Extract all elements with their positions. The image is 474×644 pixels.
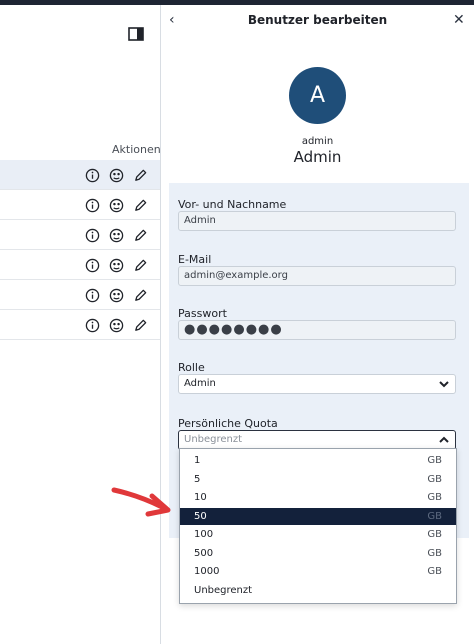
quota-option-unit: GB bbox=[427, 492, 442, 503]
quota-option-value: 1000 bbox=[194, 566, 220, 577]
quota-option-value: 1 bbox=[194, 455, 201, 466]
edit-pencil-icon[interactable] bbox=[132, 257, 148, 273]
quota-label: Persönliche Quota bbox=[178, 417, 278, 430]
panel-title: Benutzer bearbeiten bbox=[247, 13, 388, 27]
edit-pencil-icon[interactable] bbox=[132, 317, 148, 333]
edit-pencil-icon[interactable] bbox=[132, 197, 148, 213]
username: admin bbox=[301, 136, 334, 147]
email-label: E-Mail bbox=[178, 253, 212, 266]
impersonate-icon[interactable] bbox=[108, 197, 124, 213]
quota-select[interactable]: Unbegrenzt bbox=[178, 430, 456, 450]
quota-option-unit: GB bbox=[427, 547, 442, 559]
edit-pencil-icon[interactable] bbox=[132, 287, 148, 303]
info-icon[interactable] bbox=[84, 227, 100, 243]
sidebar-toggle-icon[interactable] bbox=[128, 27, 144, 41]
quota-value: Unbegrenzt bbox=[184, 434, 243, 445]
name-label: Vor- und Nachname bbox=[178, 198, 287, 211]
avatar: A bbox=[289, 67, 346, 124]
table-row[interactable] bbox=[0, 220, 160, 250]
quota-option[interactable]: Unbegrenzt bbox=[180, 582, 456, 599]
role-select[interactable]: Admin bbox=[178, 374, 456, 394]
name-field[interactable]: Admin bbox=[178, 211, 456, 231]
info-icon[interactable] bbox=[84, 317, 100, 333]
info-icon[interactable] bbox=[84, 257, 100, 273]
quota-option-value: 10 bbox=[194, 492, 207, 503]
role-value: Admin bbox=[184, 378, 216, 389]
close-icon[interactable]: ✕ bbox=[453, 12, 465, 28]
quota-dropdown: 1 GB 5 GB 10 GB 50 GB 100 GB 500 GB 1000 GB Unbegrenzt bbox=[179, 448, 457, 604]
quota-option-unit: GB bbox=[427, 529, 442, 540]
quota-option-unit: GB bbox=[427, 473, 442, 485]
actions-column-header: Aktionen bbox=[112, 143, 161, 156]
email-field[interactable]: admin@example.org bbox=[178, 266, 456, 286]
quota-option-value: 500 bbox=[194, 547, 214, 559]
quota-option[interactable]: 5 GB bbox=[180, 471, 456, 488]
impersonate-icon[interactable] bbox=[108, 287, 124, 303]
password-field[interactable]: ●●●●●●●● bbox=[178, 320, 456, 340]
table-row[interactable] bbox=[0, 160, 160, 190]
impersonate-icon[interactable] bbox=[108, 257, 124, 273]
impersonate-icon[interactable] bbox=[108, 167, 124, 183]
quota-option[interactable]: 50 GB bbox=[180, 507, 456, 525]
quota-option[interactable]: 1 GB bbox=[180, 452, 456, 469]
quota-option-unit: GB bbox=[427, 566, 442, 577]
quota-option-value: 100 bbox=[194, 529, 214, 540]
impersonate-icon[interactable] bbox=[108, 227, 124, 243]
info-icon[interactable] bbox=[84, 197, 100, 213]
quota-option[interactable]: 500 GB bbox=[180, 545, 456, 562]
info-icon[interactable] bbox=[84, 287, 100, 303]
quota-option[interactable]: 10 GB bbox=[180, 489, 456, 506]
impersonate-icon[interactable] bbox=[108, 317, 124, 333]
quota-option-unit: GB bbox=[427, 510, 442, 522]
quota-option-value: 5 bbox=[194, 473, 201, 485]
edit-pencil-icon[interactable] bbox=[132, 227, 148, 243]
edit-pencil-icon[interactable] bbox=[132, 167, 148, 183]
password-label: Passwort bbox=[178, 307, 227, 320]
annotation-arrow bbox=[111, 487, 171, 517]
chevron-down-icon bbox=[439, 381, 449, 388]
chevron-up-icon bbox=[439, 436, 449, 443]
table-row[interactable] bbox=[0, 250, 160, 280]
quota-option-value: Unbegrenzt bbox=[194, 584, 253, 596]
role-label: Rolle bbox=[178, 361, 205, 374]
table-row[interactable] bbox=[0, 310, 160, 340]
user-list-panel: Aktionen bbox=[0, 5, 161, 644]
display-name: Admin bbox=[293, 148, 342, 166]
quota-option[interactable]: 100 GB bbox=[180, 526, 456, 543]
table-row[interactable] bbox=[0, 280, 160, 310]
quota-option[interactable]: 1000 GB bbox=[180, 563, 456, 580]
table-row[interactable] bbox=[0, 190, 160, 220]
info-icon[interactable] bbox=[84, 167, 100, 183]
quota-option-unit: GB bbox=[427, 455, 442, 466]
avatar-initial: A bbox=[309, 83, 326, 108]
quota-option-value: 50 bbox=[194, 510, 207, 522]
